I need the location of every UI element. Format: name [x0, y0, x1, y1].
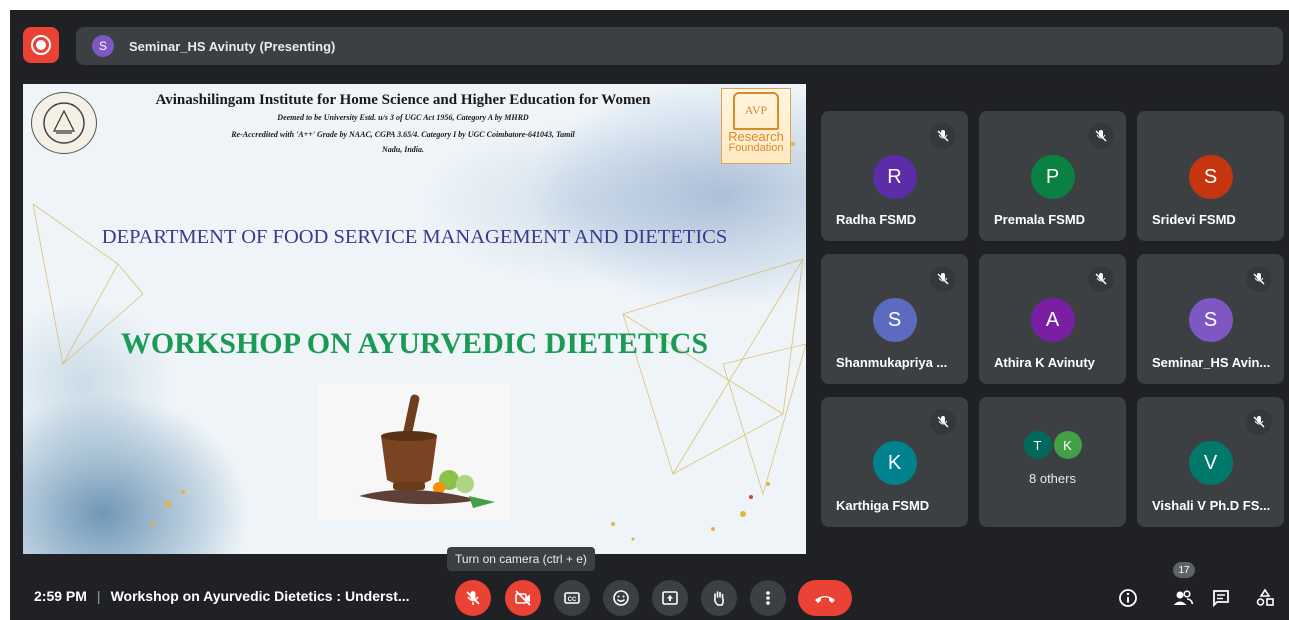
people-icon — [1173, 590, 1194, 605]
captions-button[interactable]: CC — [554, 580, 590, 616]
research-foundation-logo: AVP Research Foundation — [721, 88, 791, 164]
institution-logo — [31, 92, 97, 154]
participant-tile[interactable]: S Sridevi FSMD — [1137, 111, 1284, 241]
emblem-icon — [43, 102, 85, 144]
activities-button[interactable] — [1251, 584, 1279, 612]
participant-name: Vishali V Ph.D FS... — [1152, 498, 1271, 513]
mic-muted-icon — [930, 123, 956, 149]
leave-call-button[interactable] — [798, 580, 852, 616]
participant-tile[interactable]: A Athira K Avinuty — [979, 254, 1126, 384]
participant-avatar: S — [1188, 155, 1233, 199]
mortar-pestle-image — [319, 384, 511, 520]
camera-off-icon — [515, 590, 531, 606]
presenter-avatar: S — [92, 35, 114, 57]
participant-name: Radha FSMD — [836, 212, 917, 227]
participant-tile[interactable]: S Seminar_HS Avin... — [1137, 254, 1284, 384]
present-now-button[interactable] — [652, 580, 688, 616]
participant-tile[interactable]: P Premala FSMD — [979, 111, 1126, 241]
camera-toggle-button[interactable] — [505, 580, 541, 616]
participant-avatar: R — [872, 155, 917, 199]
captions-icon: CC — [564, 592, 580, 604]
mic-muted-icon — [1088, 266, 1114, 292]
emoji-reaction-button[interactable] — [603, 580, 639, 616]
institution-header: Avinashilingam Institute for Home Scienc… — [98, 92, 708, 154]
mic-muted-icon — [1246, 409, 1272, 435]
meeting-time: 2:59 PM — [34, 588, 87, 604]
end-call-icon — [815, 596, 835, 603]
meeting-title: Workshop on Ayurvedic Dietetics : Unders… — [110, 588, 410, 604]
participant-name: Karthiga FSMD — [836, 498, 930, 513]
participant-name: Premala FSMD — [994, 212, 1086, 227]
mic-off-icon — [466, 591, 480, 605]
participant-avatar: V — [1188, 441, 1233, 485]
present-icon — [662, 591, 678, 605]
participant-avatar: S — [872, 298, 917, 342]
others-count: 8 others — [1029, 471, 1076, 486]
participant-name: Shanmukapriya ... — [836, 355, 948, 370]
institution-name: Avinashilingam Institute for Home Scienc… — [155, 92, 651, 108]
camera-tooltip: Turn on camera (ctrl + e) — [447, 547, 595, 571]
info-icon — [1119, 589, 1137, 607]
chat-button[interactable] — [1207, 584, 1235, 612]
other-avatar: T — [1023, 431, 1052, 459]
raise-hand-button[interactable] — [701, 580, 737, 616]
institution-line4: Nadu, India. — [381, 145, 424, 154]
participant-avatar: P — [1030, 155, 1075, 199]
activities-icon — [1256, 588, 1274, 606]
participant-tile[interactable]: V Vishali V Ph.D FS... — [1137, 397, 1284, 527]
meet-window: S Seminar_HS Avinuty (Presenting) Avinas… — [10, 10, 1289, 620]
institution-line2: Deemed to be University Estd. u/s 3 of U… — [277, 113, 529, 122]
raise-hand-icon — [714, 591, 724, 606]
participant-count-badge: 17 — [1173, 562, 1195, 578]
more-options-icon — [766, 591, 770, 605]
logo-line2: Foundation — [728, 142, 784, 154]
mic-muted-icon — [930, 409, 956, 435]
record-icon — [31, 35, 51, 55]
participant-avatar: A — [1030, 298, 1075, 342]
recording-button[interactable] — [23, 27, 59, 63]
mic-muted-icon — [1246, 266, 1272, 292]
participant-tile[interactable]: K Karthiga FSMD — [821, 397, 968, 527]
participant-name: Seminar_HS Avin... — [1152, 355, 1271, 370]
presenter-label: Seminar_HS Avinuty (Presenting) — [129, 38, 336, 54]
participant-name: Athira K Avinuty — [994, 355, 1095, 370]
meeting-details-button[interactable] — [1114, 584, 1142, 612]
participant-name: Sridevi FSMD — [1152, 212, 1236, 227]
mic-toggle-button[interactable] — [455, 580, 491, 616]
avp-logo-mark: AVP — [733, 92, 779, 130]
chat-icon — [1213, 590, 1229, 608]
presenting-bar: S Seminar_HS Avinuty (Presenting) — [76, 27, 1283, 65]
department-title: DEPARTMENT OF FOOD SERVICE MANAGEMENT AN… — [101, 226, 728, 248]
other-avatar: K — [1053, 431, 1082, 459]
mic-muted-icon — [1088, 123, 1114, 149]
others-group: TK 8 others — [979, 431, 1126, 486]
others-tile[interactable]: TK 8 others — [979, 397, 1126, 527]
workshop-title: WORKSHOP ON AYURVEDIC DIETETICS — [120, 327, 709, 360]
meeting-separator: | — [96, 588, 101, 604]
people-button[interactable] — [1169, 584, 1197, 612]
svg-text:CC: CC — [568, 597, 577, 603]
shared-screen: Avinashilingam Institute for Home Scienc… — [23, 84, 806, 554]
emoji-icon — [613, 590, 629, 606]
participant-tile[interactable]: S Shanmukapriya ... — [821, 254, 968, 384]
institution-line3: Re-Accredited with 'A++' Grade by NAAC, … — [231, 130, 575, 139]
participant-avatar: S — [1188, 298, 1233, 342]
mic-muted-icon — [930, 266, 956, 292]
participant-avatar: K — [872, 441, 917, 485]
more-options-button[interactable] — [750, 580, 786, 616]
mortar-pestle-illustration — [359, 394, 495, 508]
participant-tile[interactable]: R Radha FSMD — [821, 111, 968, 241]
meeting-details: 2:59 PM | Workshop on Ayurvedic Dietetic… — [34, 588, 410, 604]
